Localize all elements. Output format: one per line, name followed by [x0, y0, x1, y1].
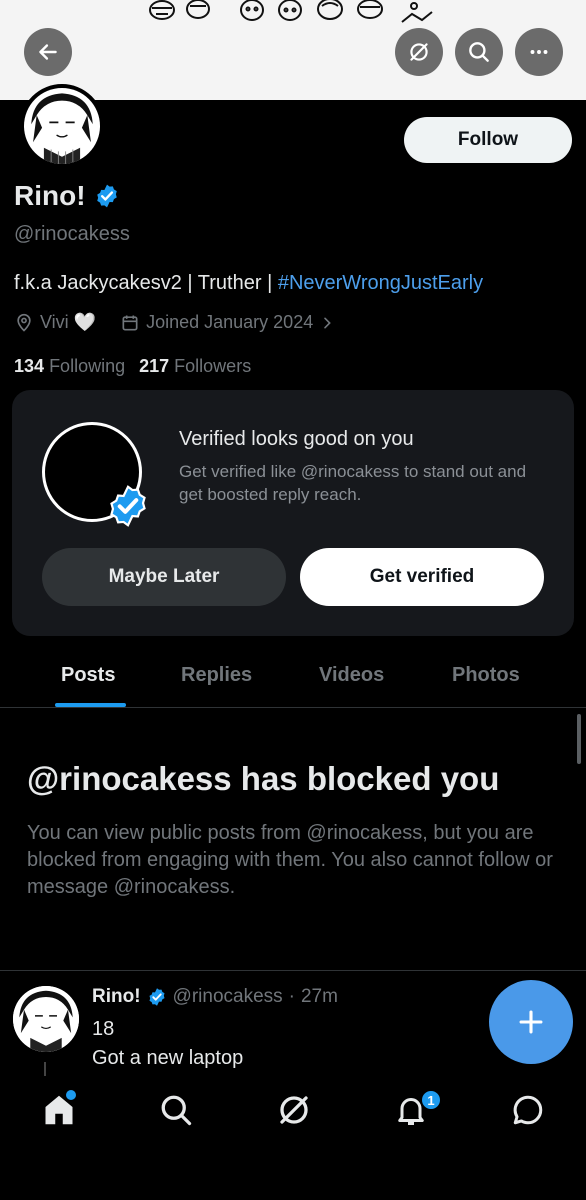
- plus-icon: [519, 1010, 543, 1034]
- tab-videos[interactable]: Videos: [319, 664, 384, 687]
- verified-badge-icon: [149, 988, 165, 1006]
- followers-link[interactable]: 217 Followers: [139, 356, 251, 377]
- following-link[interactable]: 134 Following: [14, 356, 125, 377]
- post-header: Rino! @rinocakess · 27m: [92, 986, 338, 1008]
- profile-meta: Vivi 🤍 Joined January 2024: [14, 312, 359, 333]
- post-text-line-1: 18: [92, 1018, 115, 1040]
- joined-item[interactable]: Joined January 2024: [120, 312, 335, 333]
- location-pin-icon: [17, 313, 31, 332]
- avatar-drawing: [24, 88, 100, 164]
- profile-bio: f.k.a Jackycakesv2 | Truther | #NeverWro…: [14, 272, 483, 295]
- notifications-badge: 1: [420, 1089, 442, 1111]
- bottom-navigation: [0, 1078, 586, 1200]
- following-label: Following: [49, 356, 126, 376]
- post-separator: ·: [288, 986, 295, 1007]
- profile-avatar[interactable]: [20, 84, 104, 168]
- location-text: Vivi 🤍: [40, 312, 97, 332]
- follow-stats: 134 Following 217 Followers: [14, 356, 251, 377]
- more-button[interactable]: [515, 28, 563, 76]
- back-button[interactable]: [24, 28, 72, 76]
- get-verified-button[interactable]: Get verified: [300, 548, 544, 606]
- search-button[interactable]: [455, 28, 503, 76]
- tab-posts[interactable]: Posts: [61, 664, 115, 687]
- upsell-title: Verified looks good on you: [179, 428, 414, 450]
- joined-text: Joined January 2024: [146, 312, 314, 332]
- grok-icon[interactable]: [276, 1092, 312, 1128]
- post-author-name[interactable]: Rino!: [92, 986, 141, 1008]
- search-icon: [469, 42, 489, 62]
- bio-hashtag-link[interactable]: #NeverWrongJustEarly: [278, 272, 483, 294]
- search-icon[interactable]: [158, 1092, 194, 1128]
- upsell-description: Get verified like @rinocakess to stand o…: [179, 462, 527, 504]
- grok-button[interactable]: [395, 28, 443, 76]
- home-new-content-dot: [66, 1090, 76, 1100]
- follow-button[interactable]: Follow: [404, 117, 572, 163]
- post-avatar[interactable]: [13, 986, 79, 1052]
- bio-text: f.k.a Jackycakesv2 | Truther |: [14, 272, 278, 294]
- following-count: 134: [14, 356, 45, 376]
- arrow-left-icon: [39, 44, 57, 60]
- chevron-right-icon: [324, 317, 332, 328]
- verified-badge-icon: [110, 485, 146, 527]
- followers-count: 217: [139, 356, 170, 376]
- post-author-handle: @rinocakess: [172, 986, 283, 1007]
- profile-tabs: Posts Replies Videos Photos: [0, 648, 586, 708]
- banner-doodles: [149, 0, 433, 23]
- tab-photos[interactable]: Photos: [452, 664, 520, 687]
- location-item: Vivi 🤍: [14, 312, 96, 333]
- post-text-line-2: Got a new laptop: [92, 1047, 244, 1069]
- blocked-title: @rinocakess has blocked you: [27, 760, 500, 797]
- profile-handle: @rinocakess: [14, 223, 130, 245]
- followers-label: Followers: [174, 356, 252, 376]
- verified-upsell-card: Verified looks good on you Get verified …: [12, 390, 574, 636]
- compose-post-button[interactable]: [489, 980, 573, 1064]
- avatar-drawing: [13, 986, 79, 1052]
- display-name: Rino!: [14, 180, 86, 211]
- thread-line: [44, 1062, 46, 1076]
- maybe-later-button[interactable]: Maybe Later: [42, 548, 286, 606]
- messages-icon[interactable]: [510, 1092, 546, 1128]
- more-horizontal-icon: [530, 50, 548, 54]
- scrollbar[interactable]: [577, 714, 581, 764]
- verified-badge-icon: [96, 184, 117, 208]
- grok-icon: [410, 43, 428, 61]
- name-row: Rino!: [14, 180, 120, 212]
- post-time: 27m: [300, 986, 338, 1007]
- divider: [0, 970, 586, 971]
- active-tab-indicator: [55, 703, 126, 707]
- calendar-icon: [122, 315, 138, 330]
- blocked-description: You can view public posts from @rinocake…: [27, 822, 553, 898]
- tab-replies[interactable]: Replies: [181, 664, 252, 687]
